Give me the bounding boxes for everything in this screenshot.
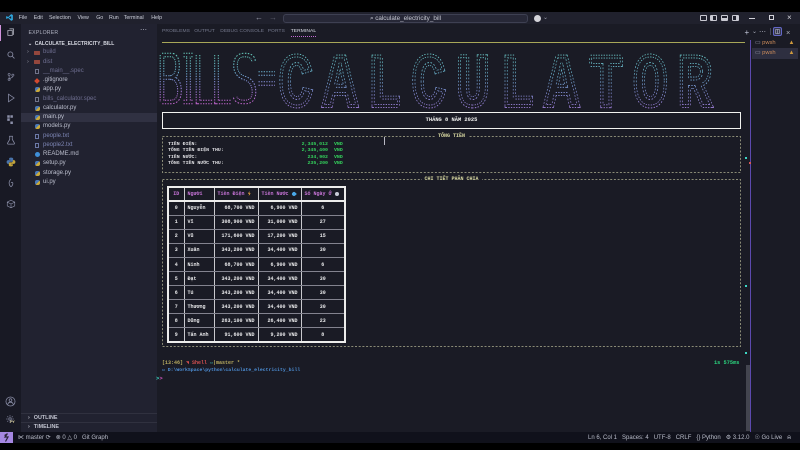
svg-text:CALCULATOR: CALCULATOR — [279, 50, 712, 110]
